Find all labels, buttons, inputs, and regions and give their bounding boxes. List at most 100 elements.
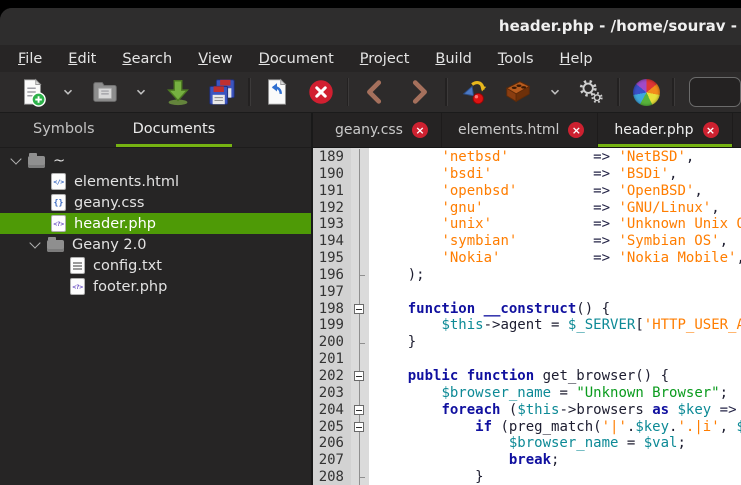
fold-mark	[351, 250, 369, 267]
revert-button[interactable]	[259, 74, 295, 110]
save-icon	[163, 77, 193, 107]
code-token	[737, 402, 741, 418]
code-line: $this->agent = $_SERVER['HTTP_USER_AGE	[374, 317, 741, 334]
fold-mark[interactable]	[351, 368, 369, 385]
fold-collapse-box[interactable]	[354, 371, 364, 381]
close-tab-button[interactable]: ×	[412, 122, 428, 138]
menu-item-document[interactable]: Document	[246, 48, 347, 70]
code-token: ->agent =	[484, 317, 568, 333]
code-line: 'symbian' => 'Symbian OS',	[374, 233, 741, 250]
tree-item-elements.html[interactable]: </>elements.html	[0, 171, 311, 192]
open-file-button[interactable]	[87, 74, 123, 110]
sidebar-tab-symbols[interactable]: Symbols	[16, 113, 112, 147]
fold-collapse-box[interactable]	[354, 304, 364, 314]
code-token: get_browser() {	[534, 368, 669, 384]
code-token: foreach	[441, 402, 500, 418]
search-entry[interactable]	[689, 77, 741, 107]
code-token: ,	[686, 149, 694, 165]
fold-mark	[351, 452, 369, 469]
code-line: $browser_name = "Unknown Browser";	[374, 385, 741, 402]
code-token	[509, 149, 593, 165]
code-token	[374, 166, 441, 182]
editor-tab-geany.css[interactable]: geany.css×	[319, 113, 442, 147]
code-token: '|'	[602, 419, 627, 435]
code-token: 'symbian'	[441, 233, 517, 249]
code-token: () {	[576, 301, 610, 317]
code-token: ,	[711, 200, 719, 216]
menu-item-file[interactable]: File	[5, 48, 55, 70]
navigate-back-button[interactable]	[357, 74, 393, 110]
code-token: public function	[408, 368, 534, 384]
window-title: header.php - /home/sourav -	[499, 8, 737, 45]
tree-item-home[interactable]: ~	[0, 150, 311, 171]
code-token: ,	[720, 233, 728, 249]
fold-collapse-box[interactable]	[354, 405, 364, 415]
code-line: public function get_browser() {	[374, 368, 741, 385]
tree-item-geany-2.0[interactable]: Geany 2.0	[0, 234, 311, 255]
build-dropdown-button[interactable]	[544, 74, 565, 110]
code-line: 'unix' => 'Unknown Unix OS	[374, 216, 741, 233]
close-tab-button[interactable]: ×	[568, 122, 584, 138]
code-line	[374, 284, 741, 301]
open-dropdown-button[interactable]	[131, 74, 152, 110]
code-token	[374, 216, 441, 232]
editor-tab-header.php[interactable]: header.php×	[598, 113, 732, 147]
code-token: [	[635, 317, 643, 333]
navigate-forward-button[interactable]	[401, 74, 437, 110]
code-line: 'netbsd' => 'NetBSD',	[374, 149, 741, 166]
build-button[interactable]	[500, 74, 536, 110]
menu-item-help[interactable]: Help	[547, 48, 606, 70]
tree-item-footer.php[interactable]: <?>footer.php	[0, 276, 311, 297]
color-chooser-button[interactable]	[628, 74, 664, 110]
php-file-icon: <?>	[51, 215, 66, 232]
menu-item-search[interactable]: Search	[109, 48, 185, 70]
main-area: SymbolsDocuments ~</>elements.html{}gean…	[0, 113, 741, 485]
line-number: 198	[313, 301, 344, 318]
code-line: 'bsdi' => 'BSDi',	[374, 166, 741, 183]
execute-button[interactable]	[573, 74, 609, 110]
editor-tab-elements.html[interactable]: elements.html×	[442, 113, 598, 147]
menu-item-build[interactable]: Build	[422, 48, 484, 70]
new-document-button[interactable]	[14, 74, 50, 110]
new-dropdown-button[interactable]	[58, 74, 79, 110]
fold-collapse-box[interactable]	[354, 422, 364, 432]
toolbar-separator	[248, 78, 251, 106]
code-line: if (preg_match('|'.$key.'.|i', $th	[374, 419, 741, 436]
line-number: 206	[313, 435, 344, 452]
chevron-down-icon[interactable]	[29, 237, 40, 248]
fold-mark	[351, 216, 369, 233]
tree-item-header.php[interactable]: <?>header.php	[0, 213, 311, 234]
color-chooser-icon	[633, 79, 660, 106]
save-all-icon	[207, 77, 237, 107]
compile-button[interactable]	[456, 74, 492, 110]
fold-mark[interactable]	[351, 419, 369, 436]
chevron-down-icon[interactable]	[10, 153, 21, 164]
code-line: 'gnu' => 'GNU/Linux',	[374, 200, 741, 217]
menu-item-project[interactable]: Project	[347, 48, 423, 70]
code-token: =>	[593, 233, 610, 249]
code-token: function __construct	[408, 301, 577, 317]
menu-item-tools[interactable]: Tools	[485, 48, 547, 70]
revert-icon	[262, 77, 292, 107]
line-number: 203	[313, 385, 344, 402]
tree-item-geany.css[interactable]: {}geany.css	[0, 192, 311, 213]
fold-margin	[351, 148, 369, 485]
color-wheel-icon	[633, 79, 660, 106]
sidebar-tab-documents[interactable]: Documents	[116, 113, 233, 147]
save-all-button[interactable]	[204, 74, 240, 110]
close-document-button[interactable]	[303, 74, 339, 110]
menu-item-view[interactable]: View	[185, 48, 245, 70]
menu-item-edit[interactable]: Edit	[55, 48, 109, 70]
code-token	[374, 368, 408, 384]
close-tab-button[interactable]: ×	[703, 122, 719, 138]
code-token	[517, 183, 593, 199]
code-token: ;	[720, 385, 728, 401]
fold-mark[interactable]	[351, 301, 369, 318]
save-button[interactable]	[160, 74, 196, 110]
fold-mark[interactable]	[351, 402, 369, 419]
code-token: ->browsers	[559, 402, 652, 418]
title-bar[interactable]: header.php - /home/sourav -	[0, 8, 741, 45]
fold-mark	[351, 435, 369, 452]
code-area[interactable]: 'netbsd' => 'NetBSD', 'bsdi' => 'BSDi', …	[369, 148, 741, 485]
tree-item-config.txt[interactable]: config.txt	[0, 255, 311, 276]
